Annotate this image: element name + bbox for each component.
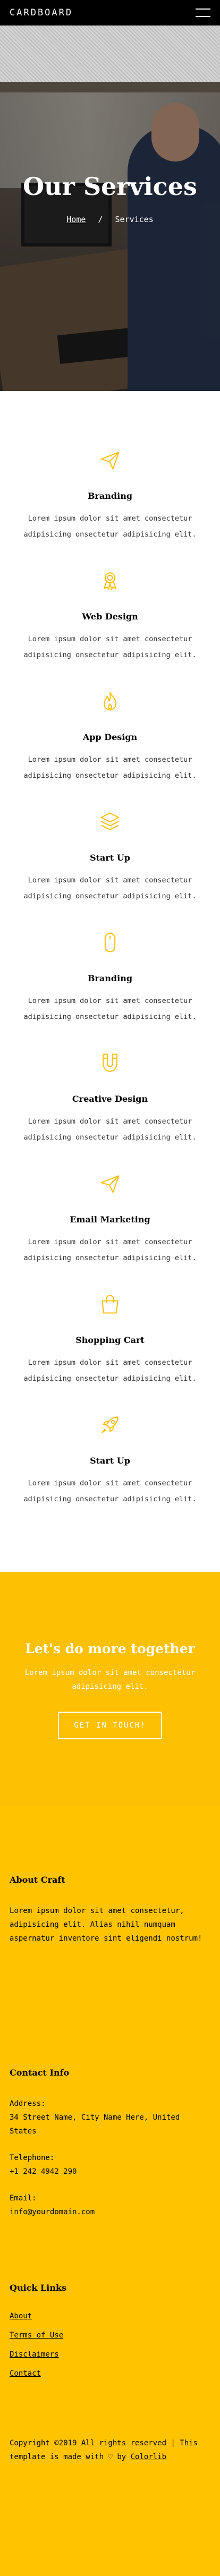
service-title: Start Up: [90, 853, 130, 863]
service-title: Email Marketing: [70, 1214, 150, 1225]
shopping-bag-icon: [10, 1288, 210, 1320]
flame-icon: [10, 685, 210, 717]
telephone-label: Telephone:: [10, 2154, 55, 2162]
service-item: Start Up Lorem ipsum dolor sit amet cons…: [10, 1409, 210, 1529]
rocket-icon: [10, 1409, 210, 1441]
service-description: Lorem ipsum dolor sit amet consectetur a…: [23, 1358, 197, 1383]
breadcrumb: Home / Services: [0, 215, 220, 224]
striped-band: [0, 25, 220, 82]
cta-section: Let's do more together Lorem ipsum dolor…: [0, 1572, 220, 1806]
get-in-touch-button[interactable]: GET IN TOUCH!: [58, 1712, 162, 1739]
cta-title: Let's do more together: [25, 1641, 195, 1656]
service-item: App Design Lorem ipsum dolor sit amet co…: [10, 685, 210, 806]
service-description: Lorem ipsum dolor sit amet consectetur a…: [23, 755, 197, 780]
service-item: Email Marketing Lorem ipsum dolor sit am…: [10, 1168, 210, 1288]
service-item: Creative Design Lorem ipsum dolor sit am…: [10, 1047, 210, 1168]
paper-plane-icon: [10, 1168, 210, 1200]
mouse-icon: [10, 926, 210, 958]
site-logo[interactable]: CARDBOARD: [10, 7, 73, 18]
service-description: Lorem ipsum dolor sit amet consectetur a…: [23, 1238, 197, 1262]
paper-plane-icon: [10, 444, 210, 476]
footer-quick-links: Quick Links About Terms of Use Disclaime…: [10, 2283, 210, 2378]
service-item: Start Up Lorem ipsum dolor sit amet cons…: [10, 806, 210, 926]
footer-link-contact[interactable]: Contact: [10, 2369, 210, 2378]
cta-text: Lorem ipsum dolor sit amet consectetur a…: [24, 1669, 196, 1691]
address-label: Address:: [10, 2099, 46, 2108]
page-title: Our Services: [23, 172, 197, 201]
service-description: Lorem ipsum dolor sit amet consectetur a…: [23, 514, 197, 539]
colorlib-link[interactable]: Colorlib: [131, 2453, 166, 2461]
address-value: 34 Street Name, City Name Here, United S…: [10, 2113, 180, 2136]
copyright-line: Copyright ©2019 All rights reserved | Th…: [10, 2439, 198, 2461]
service-title: Creative Design: [72, 1094, 148, 1104]
services-list: Branding Lorem ipsum dolor sit amet cons…: [0, 391, 220, 1529]
service-item: Shopping Cart Lorem ipsum dolor sit amet…: [10, 1288, 210, 1409]
footer-about-title: About Craft: [10, 1875, 65, 1885]
service-description: Lorem ipsum dolor sit amet consectetur a…: [23, 876, 197, 900]
service-item: Branding Lorem ipsum dolor sit amet cons…: [10, 444, 210, 565]
footer-contact-title: Contact Info: [10, 2068, 70, 2078]
footer-links-title: Quick Links: [10, 2283, 67, 2293]
service-item: Branding Lorem ipsum dolor sit amet cons…: [10, 926, 210, 1047]
footer-link-about[interactable]: About: [10, 2312, 210, 2320]
service-title: Start Up: [90, 1456, 130, 1466]
heart-icon: ♡: [108, 2453, 113, 2461]
service-title: App Design: [82, 732, 138, 742]
hamburger-icon[interactable]: [196, 8, 210, 17]
breadcrumb-separator: /: [98, 215, 103, 224]
footer: About Craft Lorem ipsum dolor sit amet c…: [0, 1806, 220, 2576]
footer-about-text: Lorem ipsum dolor sit amet consectetur, …: [10, 1907, 202, 1943]
hero-banner: Our Services Home / Services: [0, 82, 220, 391]
service-description: Lorem ipsum dolor sit amet consectetur a…: [23, 1117, 197, 1142]
footer-about: About Craft Lorem ipsum dolor sit amet c…: [10, 1875, 210, 1945]
award-ribbon-icon: [10, 565, 210, 597]
footer-contact: Contact Info Address: 34 Street Name, Ci…: [10, 2068, 210, 2219]
hero-overlay: [0, 82, 220, 391]
service-description: Lorem ipsum dolor sit amet consectetur a…: [23, 997, 197, 1021]
copyright-by: by: [117, 2453, 126, 2461]
service-title: Web Design: [82, 611, 138, 622]
service-description: Lorem ipsum dolor sit amet consectetur a…: [23, 635, 197, 659]
service-description: Lorem ipsum dolor sit amet consectetur a…: [23, 1479, 197, 1503]
magnet-icon: [10, 1047, 210, 1079]
top-navbar: CARDBOARD: [0, 0, 220, 25]
telephone-value[interactable]: +1 242 4942 290: [10, 2165, 210, 2179]
email-value[interactable]: info@yourdomain.com: [10, 2205, 210, 2219]
copyright-text: Copyright ©2019 All rights reserved | Th…: [10, 2436, 210, 2464]
footer-link-terms[interactable]: Terms of Use: [10, 2331, 210, 2340]
service-item: Web Design Lorem ipsum dolor sit amet co…: [10, 565, 210, 685]
service-title: Shopping Cart: [75, 1335, 145, 1345]
service-title: Branding: [87, 973, 133, 983]
breadcrumb-home-link[interactable]: Home: [66, 215, 86, 224]
email-label: Email:: [10, 2194, 37, 2203]
breadcrumb-current: Services: [115, 215, 154, 224]
footer-link-disclaimers[interactable]: Disclaimers: [10, 2350, 210, 2359]
layers-icon: [10, 806, 210, 838]
service-title: Branding: [87, 491, 133, 501]
